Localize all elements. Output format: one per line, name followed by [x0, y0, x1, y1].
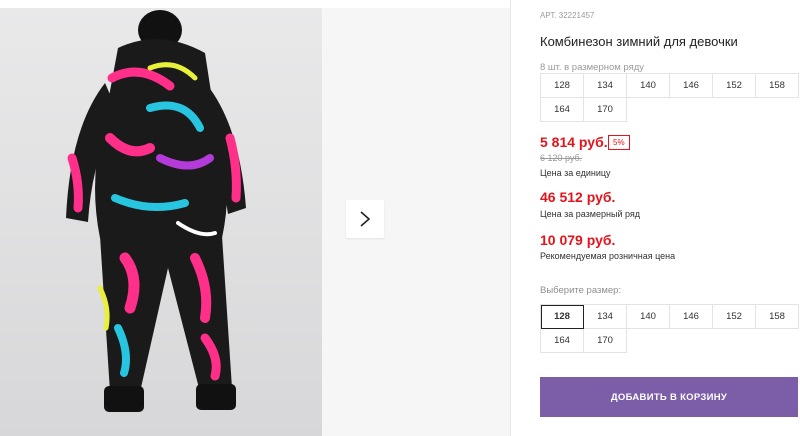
size-option[interactable]: 158	[756, 305, 799, 329]
pack-size-cell: 170	[584, 98, 627, 122]
range-price: 46 512 руб.	[540, 189, 616, 205]
pack-size-cell: 146	[670, 74, 713, 98]
product-photo[interactable]	[0, 8, 322, 436]
unit-price: 5 814 руб.	[540, 134, 608, 150]
size-option[interactable]: 164	[541, 329, 584, 353]
size-option-selected[interactable]: 128	[541, 305, 584, 329]
range-price-caption: Цена за размерный ряд	[540, 209, 641, 219]
size-option[interactable]: 170	[584, 329, 627, 353]
vertical-divider	[510, 0, 511, 436]
old-price: 6 120 руб.	[540, 153, 583, 163]
product-info: АРТ. 32221457 Комбинезон зимний для дево…	[540, 0, 800, 436]
size-option[interactable]: 152	[713, 305, 756, 329]
size-option[interactable]: 134	[584, 305, 627, 329]
add-to-cart-button[interactable]: ДОБАВИТЬ В КОРЗИНУ	[540, 377, 798, 417]
article-number: АРТ. 32221457	[540, 11, 595, 20]
next-photo-button[interactable]	[346, 200, 384, 238]
product-title: Комбинезон зимний для девочки	[540, 34, 738, 49]
pack-size-cell: 140	[627, 74, 670, 98]
pack-size-cell: 158	[756, 74, 799, 98]
pack-size-cell: 128	[541, 74, 584, 98]
size-option[interactable]: 146	[670, 305, 713, 329]
pack-size-cell: 134	[584, 74, 627, 98]
unit-price-caption: Цена за единицу	[540, 168, 611, 178]
retail-price-caption: Рекомендуемая розничная цена	[540, 251, 676, 261]
product-gallery	[0, 0, 510, 436]
pack-size-grid: 128 134 140 146 152 158 164 170	[540, 73, 799, 122]
snowsuit-illustration	[66, 10, 246, 412]
pack-size-cell: 164	[541, 98, 584, 122]
size-option[interactable]: 140	[627, 305, 670, 329]
discount-badge: 5%	[608, 135, 630, 150]
retail-price: 10 079 руб.	[540, 232, 616, 248]
pack-size-note: 8 шт. в размерном ряду	[540, 62, 645, 73]
size-selector: 128 134 140 146 152 158 164 170	[540, 304, 799, 353]
pack-size-cell: 152	[713, 74, 756, 98]
chevron-right-icon	[360, 211, 371, 227]
choose-size-label: Выберите размер:	[540, 285, 622, 296]
